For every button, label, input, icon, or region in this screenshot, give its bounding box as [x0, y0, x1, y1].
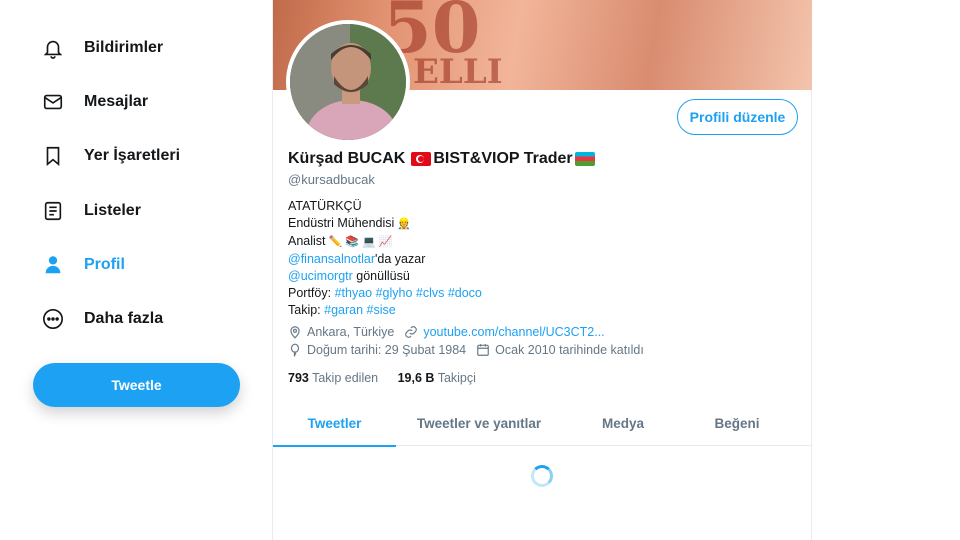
- nav-label: Listeler: [84, 202, 141, 219]
- profile-tabs: Tweetler Tweetler ve yanıtlar Medya Beğe…: [273, 400, 812, 447]
- azerbaijan-flag-icon: [574, 152, 595, 166]
- bio-text: Portföy:: [288, 286, 332, 300]
- edit-profile-button[interactable]: Profili düzenle: [677, 99, 798, 135]
- display-name: Kürşad BUCAK: [288, 150, 406, 167]
- pencil-emoji-icon: ✏️: [328, 236, 343, 248]
- following-stat[interactable]: 793 Takip edilen: [288, 371, 378, 385]
- bio-line: Portföy: #thyao #glyho #clvs #doco: [288, 285, 482, 302]
- nav-label: Yer İşaretleri: [84, 147, 181, 164]
- mention-link[interactable]: @finansalnotlar: [288, 252, 375, 266]
- mail-icon: [40, 89, 66, 115]
- sidebar: Bildirimler Mesajlar Yer İşaretleri List…: [0, 0, 272, 540]
- follow-stats: 793 Takip edilen 19,6 B Takipçi: [288, 371, 476, 385]
- nav-label: Bildirimler: [84, 39, 164, 56]
- banner-subtext: ELLI: [413, 52, 503, 90]
- birthday-text: Doğum tarihi: 29 Şubat 1984: [307, 343, 467, 357]
- person-icon: [40, 252, 66, 278]
- location-text: Ankara, Türkiye: [307, 325, 395, 339]
- profile-meta-row: Ankara, Türkiye youtube.com/channel/UC3C…: [288, 325, 615, 339]
- mention-link[interactable]: @ucimorgtr: [288, 269, 353, 283]
- bio-line: @ucimorgtr gönüllüsü: [288, 268, 482, 285]
- more-icon: [40, 306, 66, 332]
- chart-emoji-icon: 📈: [378, 236, 393, 248]
- worker-emoji-icon: 👷: [397, 218, 412, 230]
- tweet-button[interactable]: Tweetle: [33, 363, 240, 407]
- profile-handle: @kursadbucak: [288, 172, 375, 187]
- calendar-icon: [477, 344, 489, 356]
- nav-lists[interactable]: Listeler: [30, 191, 141, 231]
- tab-tweets[interactable]: Tweetler: [273, 400, 396, 447]
- tab-likes[interactable]: Beğeni: [684, 400, 790, 446]
- nav-more[interactable]: Daha fazla: [30, 299, 163, 339]
- bookmark-icon: [40, 143, 66, 169]
- hashtag-links[interactable]: #thyao #glyho #clvs #doco: [335, 286, 482, 300]
- bio-line: ATATÜRKÇÜ: [288, 199, 362, 213]
- location: Ankara, Türkiye: [288, 325, 394, 339]
- profile-name: Kürşad BUCAK BIST&VIOP Trader: [288, 150, 597, 168]
- nav-label: Profil: [84, 256, 125, 273]
- nav-label: Daha fazla: [84, 310, 164, 327]
- bell-icon: [40, 35, 66, 61]
- birthday: Doğum tarihi: 29 Şubat 1984: [288, 343, 466, 357]
- nav-messages[interactable]: Mesajlar: [30, 82, 148, 122]
- following-count: 793: [288, 371, 309, 385]
- bio-text: gönüllüsü: [352, 269, 410, 283]
- following-label: Takip edilen: [312, 371, 379, 385]
- followers-label: Takipçi: [437, 371, 476, 385]
- loading-spinner-icon: [531, 465, 553, 487]
- followers-count: 19,6 B: [397, 371, 435, 385]
- hashtag-links[interactable]: #garan #sise: [324, 303, 396, 317]
- bio-line: Analist ✏️ 📚 💻 📈: [288, 233, 482, 251]
- bio-text: Takip:: [288, 303, 321, 317]
- link-icon: [405, 326, 418, 338]
- join-date: Ocak 2010 tarihinde katıldı: [476, 343, 644, 357]
- website[interactable]: youtube.com/channel/UC3CT2...: [404, 325, 605, 339]
- nav-notifications[interactable]: Bildirimler: [30, 28, 163, 68]
- bio-line: Endüstri Mühendisi 👷: [288, 215, 482, 233]
- profile-column: 50 ELLI Profili düzenle Kürşad BUCAK BIS…: [272, 0, 812, 540]
- profile-bio: ATATÜRKÇÜ Endüstri Mühendisi 👷 Analist ✏️ 📚…: [288, 198, 482, 319]
- bio-text: 'da yazar: [375, 252, 426, 266]
- bio-line: Takip: #garan #sise: [288, 302, 482, 319]
- location-pin-icon: [290, 326, 300, 339]
- nav-bookmarks[interactable]: Yer İşaretleri: [30, 136, 180, 176]
- turkey-flag-icon: [411, 152, 432, 166]
- bio-text: Analist: [288, 234, 326, 248]
- followers-stat[interactable]: 19,6 B Takipçi: [398, 371, 476, 385]
- display-name-suffix: BIST&VIOP Trader: [433, 150, 573, 167]
- books-emoji-icon: 📚: [345, 236, 359, 248]
- tab-media[interactable]: Medya: [562, 400, 684, 446]
- nav-profile[interactable]: Profil: [30, 245, 125, 285]
- website-link[interactable]: youtube.com/channel/UC3CT2...: [423, 325, 604, 339]
- profile-meta-row: Doğum tarihi: 29 Şubat 1984 Ocak 2010 ta…: [288, 343, 654, 357]
- hash-icon[interactable]: [40, 0, 64, 6]
- tab-tweets-replies[interactable]: Tweetler ve yanıtlar: [396, 400, 562, 446]
- join-date-text: Ocak 2010 tarihinde katıldı: [495, 343, 644, 357]
- laptop-emoji-icon: 💻: [361, 236, 376, 248]
- bio-line: @finansalnotlar'da yazar: [288, 251, 482, 268]
- avatar[interactable]: [286, 20, 410, 144]
- list-icon: [40, 198, 66, 224]
- nav-label: Mesajlar: [84, 93, 149, 110]
- balloon-icon: [290, 343, 300, 357]
- bio-text: Endüstri Mühendisi: [288, 216, 395, 230]
